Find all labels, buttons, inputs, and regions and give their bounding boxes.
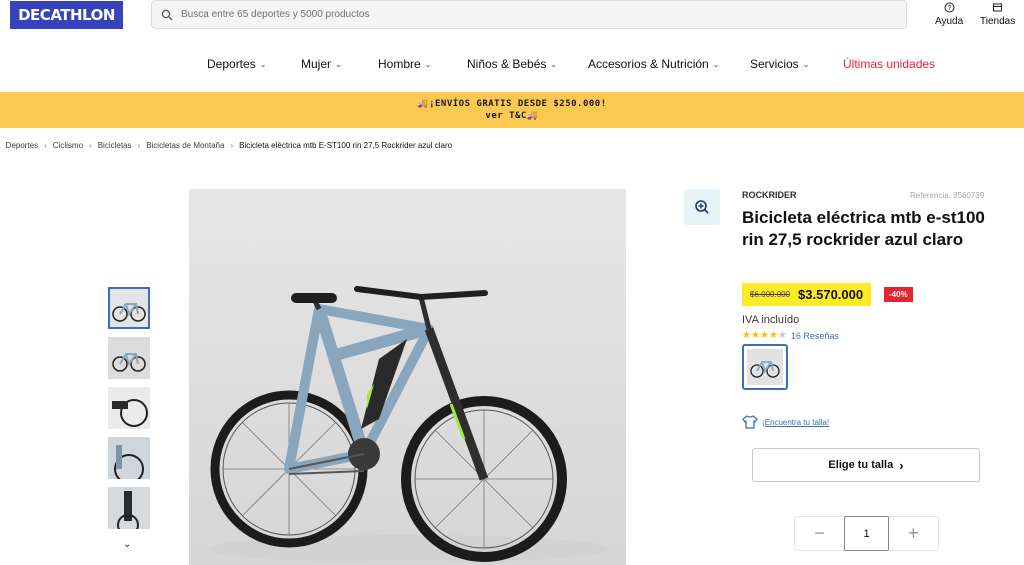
- nav-label: Deportes: [207, 57, 256, 71]
- price-box: $6.000.000 $3.570.000: [742, 283, 872, 306]
- product-brand[interactable]: ROCKRIDER: [742, 190, 797, 200]
- zoom-in-icon: [695, 200, 709, 214]
- nav-label: Servicios: [750, 57, 799, 71]
- breadcrumb-item[interactable]: Bicicletas de Montaña: [146, 141, 224, 150]
- star-icon: ★: [750, 330, 760, 341]
- chevron-right-icon: ›: [137, 141, 141, 150]
- thumbnail-image[interactable]: [108, 287, 150, 329]
- chevron-down-icon: ⌄: [712, 59, 720, 69]
- banner-line2: ver T&C: [485, 111, 527, 121]
- breadcrumb-item[interactable]: Deportes: [6, 141, 38, 150]
- choose-size-label: Elige tu talla: [828, 459, 894, 471]
- variant-thumbnail: [747, 349, 783, 385]
- thumbnail-image[interactable]: [108, 437, 150, 479]
- chevron-right-icon: ›: [899, 457, 904, 473]
- main-nav: Deportes ⌄ Mujer ⌄ Hombre ⌄ Niños & Bebés ⌄ …: [0, 52, 1024, 78]
- product-title: Bicicleta eléctrica mtb e-st100 rin 27,5…: [742, 208, 985, 249]
- svg-text:?: ?: [947, 5, 951, 12]
- tax-note: IVA incluído: [742, 314, 800, 326]
- search-input[interactable]: [181, 9, 881, 20]
- size-guide-label: ¡Encuentra tu talla!: [762, 417, 830, 427]
- chevron-down-icon: ⌄: [335, 59, 342, 69]
- thumbnail-image[interactable]: [108, 387, 150, 429]
- decrease-quantity-button[interactable]: −: [795, 517, 844, 550]
- truck-icon: 🚚: [526, 111, 539, 121]
- help-label: Ayuda: [935, 16, 964, 27]
- truck-icon: 🚚: [417, 99, 430, 109]
- nav-item-mujer[interactable]: Mujer ⌄: [301, 57, 342, 71]
- nav-label: Hombre: [378, 57, 421, 71]
- banner-line1: ¡ENVÍOS GRATIS DESDE $250.000!: [429, 99, 607, 109]
- nav-item-deportes[interactable]: Deportes ⌄: [207, 57, 266, 71]
- current-price: $3.570.000: [798, 287, 864, 302]
- color-variant-selected[interactable]: [742, 344, 788, 390]
- chevron-down-icon: ⌄: [424, 59, 432, 69]
- bicycle-illustration: [209, 286, 609, 563]
- stores-link[interactable]: Tiendas: [980, 0, 1015, 27]
- breadcrumb-item[interactable]: Ciclismo: [53, 141, 83, 150]
- quantity-stepper: − 1 +: [794, 516, 939, 551]
- help-icon: ?: [944, 0, 955, 14]
- chevron-right-icon: ›: [230, 141, 234, 150]
- help-link[interactable]: ? Ayuda: [935, 0, 963, 27]
- search-bar[interactable]: [151, 0, 907, 29]
- thumbnail-image[interactable]: [108, 337, 150, 379]
- breadcrumb: › Deportes › Ciclismo › Bicicletas › Bic…: [0, 141, 452, 150]
- product-reference: Referencia: 8560739: [910, 191, 985, 200]
- product-main-image[interactable]: [189, 189, 626, 565]
- chevron-down-icon: ⌄: [259, 59, 267, 69]
- increase-quantity-button[interactable]: +: [889, 517, 938, 550]
- rating[interactable]: ★ ★ ★ ★ ★ 16 Reseñas: [742, 330, 839, 341]
- header: DECATHLON ? Ayuda Tiendas: [0, 0, 1024, 34]
- thumbnail-image[interactable]: [108, 487, 150, 529]
- stores-label: Tiendas: [980, 16, 1016, 27]
- nav-label: Accesorios & Nutrición: [588, 57, 709, 71]
- reviews-link[interactable]: 16 Reseñas: [791, 331, 839, 341]
- breadcrumb-current: Bicicleta eléctrica mtb E-ST100 rin 27,5…: [239, 141, 453, 150]
- choose-size-button[interactable]: Elige tu talla ›: [752, 448, 980, 482]
- store-icon: [992, 0, 1003, 14]
- chevron-down-icon[interactable]: ⌄: [123, 539, 131, 550]
- star-icon: ★: [742, 330, 751, 341]
- tshirt-icon: [742, 415, 758, 429]
- nav-item-servicios[interactable]: Servicios ⌄: [750, 57, 809, 71]
- star-empty-icon: ★: [777, 330, 787, 341]
- chevron-down-icon: ⌄: [550, 59, 558, 69]
- breadcrumb-item[interactable]: Bicicletas: [98, 141, 132, 150]
- decathlon-logo[interactable]: DECATHLON: [10, 1, 123, 29]
- size-guide-link[interactable]: ¡Encuentra tu talla!: [742, 415, 829, 429]
- nav-item-hombre[interactable]: Hombre ⌄: [378, 57, 431, 71]
- search-icon: [161, 9, 173, 20]
- old-price: $6.000.000: [750, 290, 791, 299]
- discount-badge: -40%: [884, 287, 913, 302]
- nav-label: Niños & Bebés: [467, 57, 547, 71]
- nav-label: Mujer: [301, 57, 332, 71]
- zoom-button[interactable]: [684, 189, 720, 225]
- star-icon: ★: [759, 330, 769, 341]
- chevron-right-icon: ›: [89, 141, 92, 150]
- nav-item-accesorios-nutricion[interactable]: Accesorios & Nutrición ⌄: [588, 57, 719, 71]
- chevron-right-icon: ›: [44, 141, 47, 150]
- chevron-down-icon: ⌄: [802, 59, 810, 69]
- nav-label: Últimas unidades: [843, 57, 936, 71]
- quantity-input[interactable]: 1: [844, 516, 889, 551]
- nav-item-ninos-bebes[interactable]: Niños & Bebés ⌄: [467, 57, 557, 71]
- nav-item-ultimas-unidades[interactable]: Últimas unidades: [843, 57, 935, 71]
- star-icon: ★: [768, 330, 778, 341]
- promo-banner[interactable]: 🚚¡ENVÍOS GRATIS DESDE $250.000! ver T&C🚚: [0, 92, 1024, 128]
